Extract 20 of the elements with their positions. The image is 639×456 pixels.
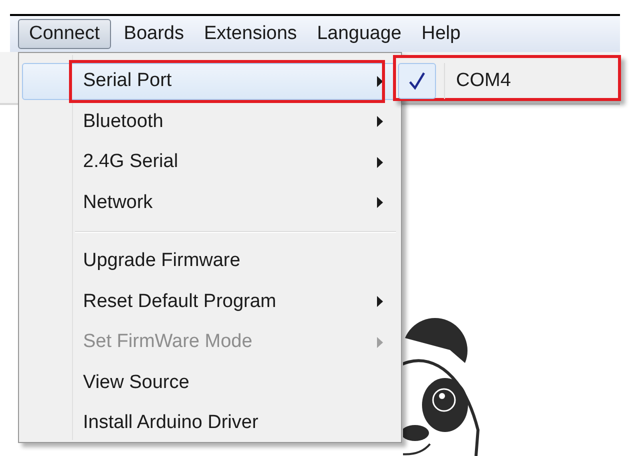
submenu-arrow-icon bbox=[377, 76, 383, 87]
menu-item[interactable]: Install Arduino Driver bbox=[22, 405, 398, 442]
submenu-arrow-icon bbox=[377, 197, 383, 208]
menu-item[interactable]: Reset Default Program bbox=[22, 284, 398, 320]
submenu-arrow-icon bbox=[377, 336, 383, 348]
menu-item[interactable]: Upgrade Firmware bbox=[22, 243, 398, 280]
menu-item[interactable]: 2.4G Serial bbox=[22, 144, 398, 180]
menu-item[interactable]: COM4 bbox=[456, 66, 511, 96]
menu-item[interactable]: Bluetooth bbox=[22, 104, 398, 140]
check-icon bbox=[409, 72, 425, 90]
menu-bar-item[interactable]: Extensions bbox=[196, 19, 304, 49]
menu-bar-item[interactable]: Help bbox=[414, 19, 468, 49]
menu-bar-item[interactable]: Connect bbox=[18, 19, 111, 49]
submenu-arrow-icon bbox=[377, 116, 383, 128]
submenu-arrow-icon bbox=[377, 156, 383, 168]
submenu-arrow-icon bbox=[377, 296, 383, 308]
menu-item[interactable]: Network bbox=[22, 184, 398, 221]
menu-bar-item[interactable]: Boards bbox=[116, 19, 191, 49]
menu-item[interactable]: View Source bbox=[22, 364, 398, 401]
menu-bar-item[interactable]: Language bbox=[310, 19, 408, 49]
